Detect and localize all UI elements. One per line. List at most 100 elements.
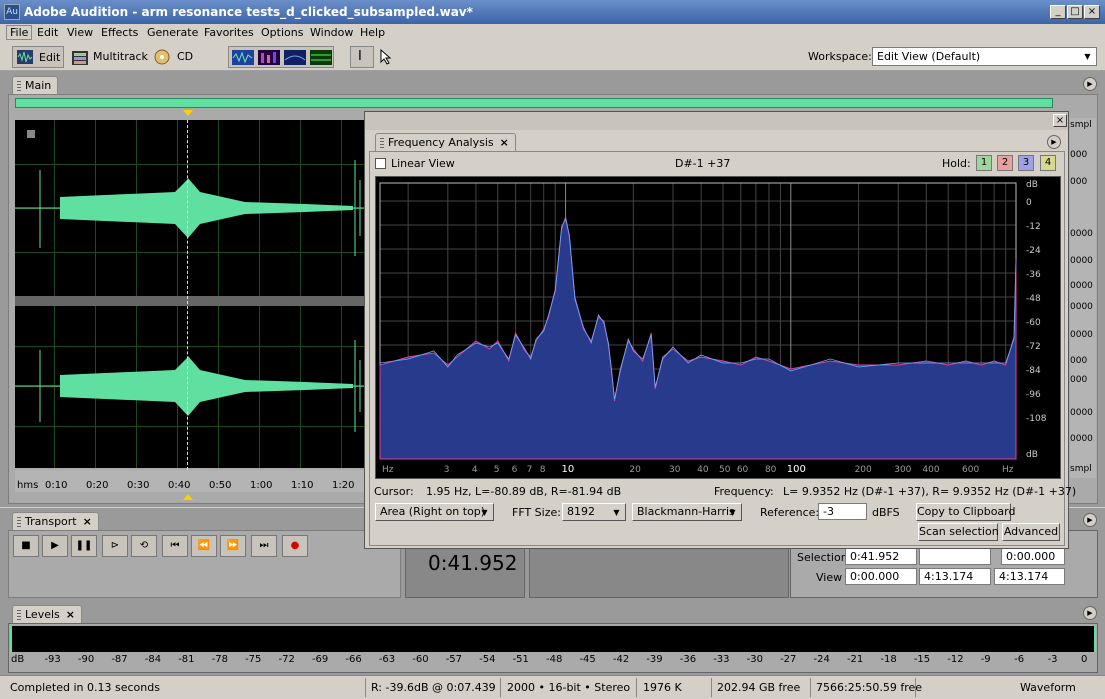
loop-button[interactable]: ⟲	[131, 535, 157, 557]
fast-forward-button[interactable]: ⏩	[220, 535, 246, 557]
playhead-top-marker[interactable]	[183, 110, 193, 116]
panel-menu-icon[interactable]: ▶	[1083, 77, 1097, 91]
menu-favorites[interactable]: Favorites	[204, 26, 254, 39]
rewind-button[interactable]: ⏪	[191, 535, 217, 557]
tab-frequency-analysis[interactable]: Frequency Analysis ×	[375, 133, 516, 151]
hold-2-button[interactable]: 2	[997, 155, 1013, 171]
level-meter[interactable]	[10, 626, 1096, 652]
phase-view-icon[interactable]	[310, 50, 332, 65]
window-function-select[interactable]: Blackmann-Harris ▼	[632, 503, 742, 521]
close-icon[interactable]: ×	[83, 515, 92, 528]
scan-selection-button[interactable]: Scan selection	[918, 523, 999, 541]
waveform-channel-right[interactable]	[15, 306, 365, 468]
pan-view-icon[interactable]	[284, 50, 306, 65]
overview-bar[interactable]	[15, 98, 1053, 108]
record-button[interactable]: ●	[282, 535, 308, 557]
maximize-button[interactable]: □	[1067, 5, 1083, 19]
time-tick: 0:20	[86, 480, 109, 491]
move-tool-icon[interactable]	[379, 49, 397, 65]
menu-edit[interactable]: Edit	[37, 26, 58, 39]
amp-label: 0000	[1070, 408, 1093, 418]
go-to-start-button[interactable]: ⏮	[162, 535, 188, 557]
tab-transport[interactable]: Transport ×	[12, 512, 99, 530]
menu-options[interactable]: Options	[261, 26, 303, 39]
edit-view-button[interactable]: Edit	[12, 46, 64, 68]
db-tick-label: -108	[1026, 414, 1047, 424]
reference-input[interactable]: -3	[818, 503, 867, 520]
spectrum-plot[interactable]: dB 0 -12 -24 -36 -48 -60 -72 -84 -96 -108 dB Hz 3 4 5 6 7…	[375, 176, 1061, 479]
selection-length-field[interactable]: 0:00.000	[1001, 548, 1065, 565]
status-disk-free: 202.94 GB free	[717, 681, 801, 694]
minimize-button[interactable]: _	[1050, 5, 1066, 19]
freq-panel-menu-icon[interactable]: ▶	[1047, 135, 1061, 149]
db-tick-label: 0	[1026, 198, 1032, 208]
menu-view[interactable]: View	[67, 26, 93, 39]
reference-label: Reference:	[760, 506, 820, 519]
window-title: Adobe Audition - arm resonance tests_d_c…	[24, 5, 473, 19]
advanced-button[interactable]: Advanced	[1002, 523, 1060, 541]
hz-tick-label: 7	[527, 465, 533, 475]
level-scale: dB -93 -90 -87 -84 -81 -78 -75 -72 -69 -66 -63 -60 -5…	[8, 654, 1098, 670]
channel-corner-icon[interactable]	[27, 130, 35, 138]
stop-button[interactable]: ■	[13, 535, 39, 557]
stop-icon: ■	[21, 540, 31, 551]
selection-end-field[interactable]	[919, 548, 991, 565]
status-time-free: 7566:25:50.59 free	[816, 681, 923, 694]
levels-panel-menu-icon[interactable]: ▶	[1083, 606, 1097, 620]
menu-bar: File Edit View Effects Generate Favorite…	[0, 24, 1105, 43]
amp-label: smpl	[1070, 464, 1092, 474]
pause-button[interactable]: ❚❚	[71, 535, 97, 557]
play-button[interactable]: ▶	[42, 535, 68, 557]
chevron-down-icon: ▼	[481, 508, 488, 517]
level-scale-tick: -84	[144, 654, 162, 665]
workspace-select[interactable]: Edit View (Default) ▼	[872, 47, 1097, 66]
playhead-bottom-marker[interactable]	[183, 494, 193, 500]
menu-window[interactable]: Window	[310, 26, 353, 39]
hz-tick-label: 60	[737, 465, 749, 475]
level-scale-tick: -81	[178, 654, 195, 665]
menu-effects[interactable]: Effects	[101, 26, 138, 39]
db-tick-label: -36	[1026, 270, 1041, 280]
view-end-field[interactable]: 4:13.174	[919, 568, 991, 585]
menu-file[interactable]: File	[6, 25, 33, 40]
hold-1-button[interactable]: 1	[976, 155, 992, 171]
menu-generate[interactable]: Generate	[147, 26, 198, 39]
level-meter-left-edge	[10, 626, 12, 652]
menu-help[interactable]: Help	[360, 26, 385, 39]
hold-4-button[interactable]: 4	[1040, 155, 1056, 171]
amp-label: 000	[1070, 150, 1088, 160]
go-to-end-button[interactable]: ⏭	[251, 535, 277, 557]
waveform-view-icon[interactable]	[232, 50, 254, 65]
tab-main[interactable]: Main	[12, 76, 59, 94]
cd-button[interactable]: CD	[177, 50, 193, 63]
freq-close-button[interactable]: ×	[1053, 114, 1067, 127]
level-meter-right-edge	[1094, 626, 1096, 652]
amp-label: 0000	[1070, 302, 1093, 312]
selection-begin-field[interactable]: 0:41.952	[845, 548, 917, 565]
close-button[interactable]: ×	[1084, 5, 1100, 19]
tab-levels[interactable]: Levels ×	[12, 605, 82, 623]
fft-size-select[interactable]: 8192 ▼	[562, 503, 626, 521]
multitrack-button[interactable]: Multitrack	[93, 50, 148, 63]
close-icon[interactable]: ×	[66, 608, 75, 621]
copy-to-clipboard-button[interactable]: Copy to Clipboard	[916, 503, 1015, 521]
waveform-channel-left[interactable]	[15, 120, 365, 296]
time-selection-tool-button[interactable]: I	[350, 46, 374, 68]
view-begin-field[interactable]: 0:00.000	[845, 568, 917, 585]
db-tick-label: dB	[1026, 450, 1038, 460]
selection-panel-menu-icon[interactable]: ▶	[1083, 513, 1097, 527]
amp-label: 000	[1070, 375, 1088, 385]
time-tick: 1:00	[250, 480, 273, 491]
plot-mode-select[interactable]: Area (Right on top) ▼	[375, 503, 494, 521]
level-scale-tick: -45	[579, 654, 596, 665]
chevron-down-icon: ▼	[1084, 52, 1091, 61]
linear-view-checkbox[interactable]	[375, 158, 386, 169]
play-from-cursor-button[interactable]: ⊳	[102, 535, 128, 557]
toolbar: Edit Multitrack CD I Workspace: Edit Vie…	[0, 43, 1105, 71]
hold-3-button[interactable]: 3	[1018, 155, 1034, 171]
spectral-view-icon[interactable]	[258, 50, 280, 65]
time-ruler[interactable]: hms 0:10 0:20 0:30 0:40 0:50 1:00 1:10 1…	[15, 470, 365, 492]
level-scale-tick: -39	[646, 654, 663, 665]
view-length-field[interactable]: 4:13.174	[994, 568, 1065, 585]
close-icon[interactable]: ×	[500, 136, 509, 149]
